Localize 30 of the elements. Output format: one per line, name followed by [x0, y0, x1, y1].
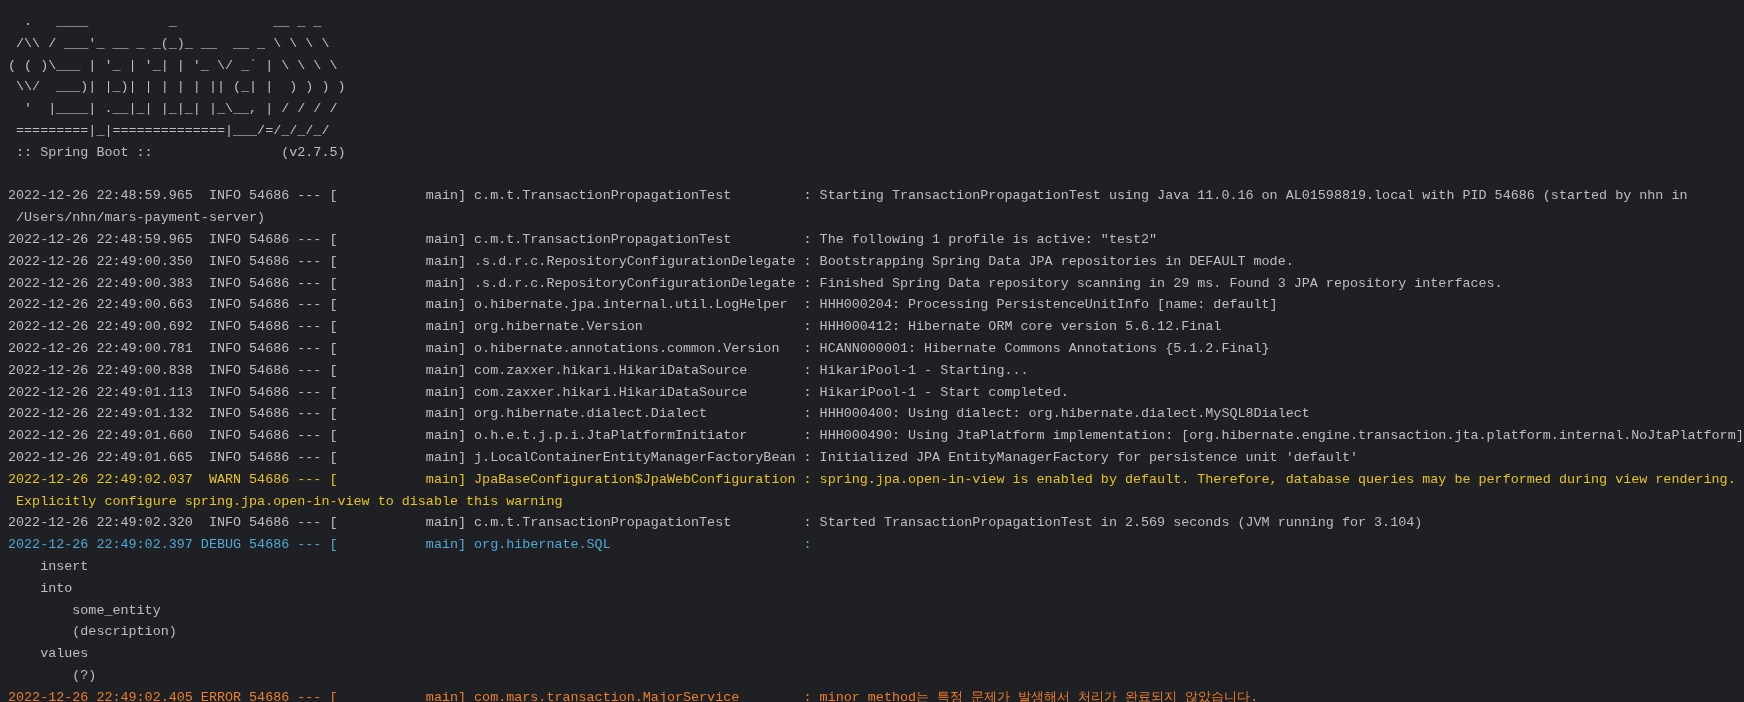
banner-line: \\/ ___)| |_)| | | | | || (_| | ) ) ) ) [15, 78, 346, 97]
log-line: 2022-12-26 22:49:01.660 INFO 54686 --- [ main] o.h.e.t.j.p.i.JtaPlatformInitiator : HHH000490: Using JtaPlatform implementation: [org.hibernate.engine.transaction.jta.platform.internal.NoJtaPlatform] [8, 427, 1744, 446]
log-line: /Users/nhn/mars-payment-server) [15, 209, 266, 228]
banner-line: ' |____| .__|_| |_|_| |_\__, | / / / / [23, 100, 338, 119]
log-line: insert [39, 557, 89, 576]
log-line: 2022-12-26 22:49:02.397 DEBUG 54686 --- [ main] org.hibernate.SQL : [8, 536, 812, 555]
banner-line: . ____ _ __ _ _ [23, 13, 322, 31]
banner-line: /\\ / ___'_ __ _ _(_)_ __ __ _ \ \ \ \ [15, 34, 330, 53]
log-line: 2022-12-26 22:49:00.383 INFO 54686 --- [ main] .s.d.r.c.RepositoryConfigurationDelegate : Finished Spring Data repository scanning in 29 ms. Found 3 JPA repository interfaces. [8, 274, 1503, 293]
log-line: 2022-12-26 22:49:01.665 INFO 54686 --- [ main] j.LocalContainerEntityManagerFactoryBean : Initialized JPA EntityManagerFactory for persistence unit 'default' [8, 448, 1358, 467]
log-line: 2022-12-26 22:49:01.132 INFO 54686 --- [ main] org.hibernate.dialect.Dialect : HHH000400: Using dialect: org.hibernate.dialect.MySQL8Dialect [8, 405, 1310, 424]
log-line: 2022-12-26 22:48:59.965 INFO 54686 --- [ main] c.m.t.TransactionPropagationTest : The following 1 profile is active: "test2" [8, 230, 1158, 249]
log-line: values [39, 645, 89, 664]
log-line: 2022-12-26 22:49:02.037 WARN 54686 --- [ main] JpaBaseConfiguration$JpaWebConfiguration : spring.jpa.open-in-view is enabled by default. Therefore, database queries may be performed during view rendering. [8, 470, 1736, 489]
log-line: (?) [71, 666, 97, 685]
banner-line: :: Spring Boot :: (v2.7.5) [15, 143, 346, 162]
log-line: Explicitly configure spring.jpa.open-in-view to disable this warning [15, 492, 563, 511]
log-line: 2022-12-26 22:49:00.692 INFO 54686 --- [ main] org.hibernate.Version : HHH000412: Hibernate ORM core version 5.6.12.Final [8, 318, 1222, 337]
log-line: into [39, 579, 73, 598]
banner-line: =========|_|==============|___/=/_/_/_/ [15, 122, 330, 140]
log-line: 2022-12-26 22:49:00.838 INFO 54686 --- [ main] com.zaxxer.hikari.HikariDataSource : HikariPool-1 - Starting... [8, 361, 1029, 380]
banner-line: ( ( )\___ | '_ | '_| | '_ \/ _` | \ \ \ \ [8, 56, 338, 75]
log-line: 2022-12-26 22:49:02.320 INFO 54686 --- [ main] c.m.t.TransactionPropagationTest : Started TransactionPropagationTest in 2.569 seconds (JVM running for 3.104) [8, 514, 1423, 533]
log-line: 2022-12-26 22:49:00.663 INFO 54686 --- [ main] o.hibernate.jpa.internal.util.LogHelper : HHH000204: Processing PersistenceUnitInfo [name: default] [8, 296, 1278, 315]
log-line: 2022-12-26 22:48:59.965 INFO 54686 --- [ main] c.m.t.TransactionPropagationTest : Starting TransactionPropagationTest using Java 11.0.16 on AL01598819.local with PID 54686 (started by nhn in [8, 187, 1688, 206]
log-line: 2022-12-26 22:49:01.113 INFO 54686 --- [ main] com.zaxxer.hikari.HikariDataSource : HikariPool-1 - Start completed. [8, 383, 1069, 402]
log-line: some_entity [71, 601, 161, 620]
log-line: (description) [71, 623, 177, 642]
log-line: 2022-12-26 22:49:00.350 INFO 54686 --- [ main] .s.d.r.c.RepositoryConfigurationDelegate : Bootstrapping Spring Data JPA repositories in DEFAULT mode. [8, 252, 1294, 271]
log-line: 2022-12-26 22:49:00.781 INFO 54686 --- [ main] o.hibernate.annotations.common.Version : HCANN000001: Hibernate Commons Annotations {5.1.2.Final} [8, 339, 1270, 358]
